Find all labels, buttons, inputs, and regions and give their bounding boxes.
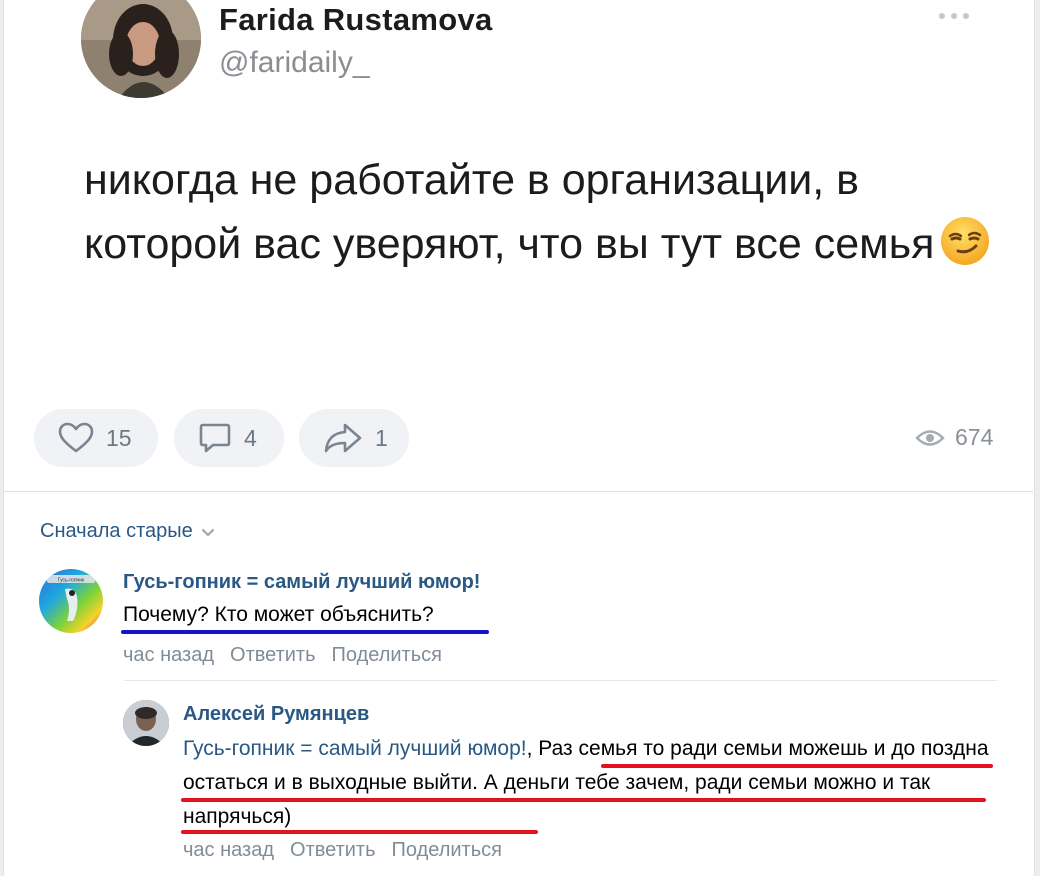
eye-icon: [915, 429, 945, 446]
comment-count: 4: [244, 424, 257, 451]
comment-meta: час назад Ответить Поделиться: [123, 644, 458, 667]
comment-text: Почему? Кто может объяснить?: [123, 603, 434, 626]
reply-link[interactable]: Ответить: [290, 839, 376, 862]
highlight-underline: [601, 764, 993, 768]
reply-text: Гусь-гопник = самый лучший юмор!, Раз се…: [183, 732, 1003, 834]
reply-separator: ,: [526, 737, 539, 760]
reply-author[interactable]: Алексей Румянцев: [183, 703, 369, 726]
author-handle[interactable]: @faridaily_: [219, 46, 370, 80]
views-count: 674: [955, 424, 994, 450]
heart-icon: [58, 422, 94, 453]
comment-icon: [199, 423, 231, 453]
divider: [3, 491, 1033, 492]
comment-button[interactable]: 4: [174, 409, 284, 467]
smirking-face-icon: [940, 216, 990, 266]
highlight-underline: [121, 630, 489, 634]
comments-sort-dropdown[interactable]: Сначала старые: [40, 520, 215, 543]
comment-divider: [124, 680, 997, 681]
reply-link[interactable]: Ответить: [230, 644, 316, 667]
highlight-underline: [181, 830, 538, 834]
like-button[interactable]: 15: [34, 409, 158, 467]
author-name[interactable]: Farida Rustamova: [219, 2, 493, 38]
reply-time: час назад: [183, 839, 275, 861]
share-link[interactable]: Поделиться: [332, 644, 442, 667]
comment-author[interactable]: Гусь-гопник = самый лучший юмор!: [123, 571, 480, 594]
avatar-caption: Гусь-гопник: [58, 578, 85, 584]
share-icon: [324, 423, 362, 453]
reply-meta: час назад Ответить Поделиться: [183, 839, 518, 862]
share-button[interactable]: 1: [299, 409, 409, 467]
share-count: 1: [375, 424, 388, 451]
share-link[interactable]: Поделиться: [392, 839, 502, 862]
post-text-content: никогда не работайте в организации, в ко…: [84, 156, 935, 268]
chevron-down-icon: [201, 528, 214, 536]
sort-label: Сначала старые: [40, 520, 193, 542]
views-counter: 674: [915, 424, 993, 451]
highlight-underline: [181, 798, 986, 802]
comment-time: час назад: [123, 644, 215, 666]
like-count: 15: [106, 424, 132, 451]
comment-avatar[interactable]: Гусь-гопник: [39, 569, 103, 633]
post-text: никогда не работайте в организации, в ко…: [84, 148, 1014, 276]
more-options-icon[interactable]: [937, 6, 971, 26]
reply-avatar[interactable]: [123, 700, 169, 746]
reply-to-link[interactable]: Гусь-гопник = самый лучший юмор!: [183, 737, 527, 760]
